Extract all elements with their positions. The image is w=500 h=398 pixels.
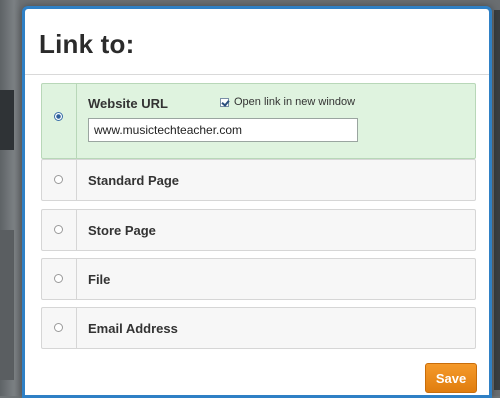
radio-email-address[interactable] — [54, 323, 63, 332]
option-website-url[interactable]: Website URL Open link in new window — [41, 83, 476, 159]
option-label-file: File — [88, 272, 111, 287]
option-email-address[interactable]: Email Address — [41, 307, 476, 349]
backdrop-edge — [494, 10, 500, 390]
radio-column — [42, 160, 77, 200]
option-label-standard-page: Standard Page — [88, 173, 180, 188]
option-file[interactable]: File — [41, 258, 476, 300]
link-dialog: Link to: Website URL Open link in new wi… — [22, 6, 492, 398]
option-label-store-page: Store Page — [88, 223, 156, 238]
radio-file[interactable] — [54, 274, 63, 283]
open-new-window-label: Open link in new window — [234, 96, 356, 108]
option-label-website-url: Website URL — [88, 96, 168, 111]
option-label-email-address: Email Address — [88, 321, 178, 336]
open-new-window-toggle[interactable]: Open link in new window — [220, 96, 355, 108]
save-button[interactable]: Save — [425, 363, 477, 393]
open-new-window-checkbox[interactable] — [220, 97, 229, 107]
title-divider — [25, 74, 489, 75]
radio-standard-page[interactable] — [54, 175, 63, 184]
radio-website-url[interactable] — [54, 112, 63, 121]
website-url-input[interactable] — [88, 118, 358, 142]
radio-column — [42, 210, 77, 250]
dialog-title: Link to: — [39, 29, 135, 59]
backdrop-sidebar — [0, 90, 14, 150]
radio-store-page[interactable] — [54, 225, 63, 234]
option-standard-page[interactable]: Standard Page — [41, 159, 476, 201]
option-store-page[interactable]: Store Page — [41, 209, 476, 251]
radio-column — [42, 259, 77, 299]
radio-column — [42, 308, 77, 348]
backdrop-sidebar-lower — [0, 230, 14, 380]
radio-column — [42, 84, 77, 158]
